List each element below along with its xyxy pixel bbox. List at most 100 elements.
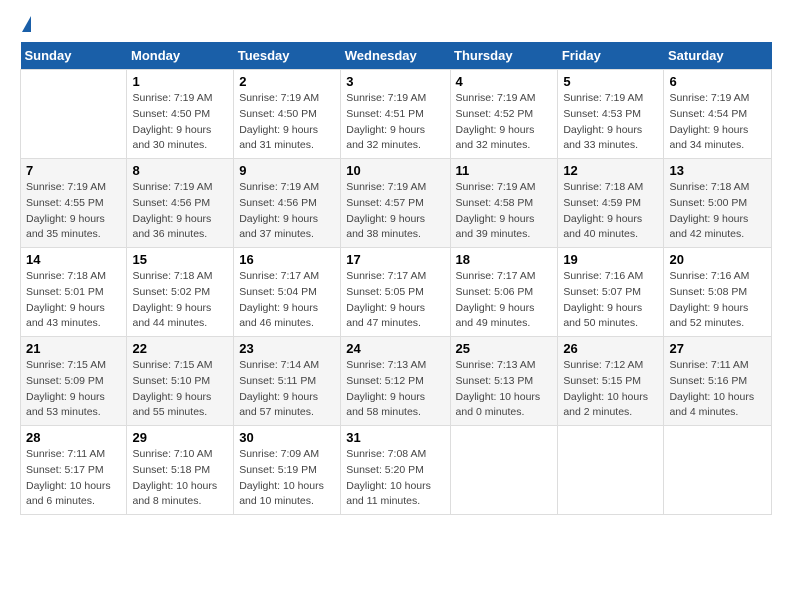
calendar-cell: 4Sunrise: 7:19 AMSunset: 4:52 PMDaylight… (450, 70, 558, 159)
day-info: Sunrise: 7:18 AMSunset: 5:00 PMDaylight:… (669, 180, 766, 243)
weekday-header-monday: Monday (127, 42, 234, 70)
day-info: Sunrise: 7:19 AMSunset: 4:53 PMDaylight:… (563, 91, 658, 154)
day-info: Sunrise: 7:19 AMSunset: 4:57 PMDaylight:… (346, 180, 444, 243)
header (20, 16, 772, 32)
day-info: Sunrise: 7:14 AMSunset: 5:11 PMDaylight:… (239, 358, 335, 421)
day-info: Sunrise: 7:19 AMSunset: 4:50 PMDaylight:… (239, 91, 335, 154)
calendar-table: SundayMondayTuesdayWednesdayThursdayFrid… (20, 42, 772, 515)
day-info: Sunrise: 7:19 AMSunset: 4:56 PMDaylight:… (132, 180, 228, 243)
day-info: Sunrise: 7:19 AMSunset: 4:55 PMDaylight:… (26, 180, 121, 243)
day-info: Sunrise: 7:09 AMSunset: 5:19 PMDaylight:… (239, 447, 335, 510)
day-number: 29 (132, 430, 228, 445)
day-info: Sunrise: 7:18 AMSunset: 4:59 PMDaylight:… (563, 180, 658, 243)
day-number: 17 (346, 252, 444, 267)
day-info: Sunrise: 7:17 AMSunset: 5:04 PMDaylight:… (239, 269, 335, 332)
day-number: 14 (26, 252, 121, 267)
day-number: 5 (563, 74, 658, 89)
calendar-cell: 29Sunrise: 7:10 AMSunset: 5:18 PMDayligh… (127, 426, 234, 515)
calendar-cell: 16 Sunrise: 7:17 AMSunset: 5:04 PMDayligh… (234, 248, 341, 337)
calendar-cell (664, 426, 772, 515)
day-number: 26 (563, 341, 658, 356)
calendar-cell: 5 Sunrise: 7:19 AMSunset: 4:53 PMDaylight… (558, 70, 664, 159)
day-info: Sunrise: 7:13 AMSunset: 5:13 PMDaylight:… (456, 358, 553, 421)
day-number: 25 (456, 341, 553, 356)
calendar-cell: 15 Sunrise: 7:18 AMSunset: 5:02 PMDayligh… (127, 248, 234, 337)
calendar-cell: 25 Sunrise: 7:13 AMSunset: 5:13 PMDayligh… (450, 337, 558, 426)
day-info: Sunrise: 7:18 AMSunset: 5:01 PMDaylight:… (26, 269, 121, 332)
calendar-week-row: 14 Sunrise: 7:18 AMSunset: 5:01 PMDayligh… (21, 248, 772, 337)
calendar-cell: 8 Sunrise: 7:19 AMSunset: 4:56 PMDaylight… (127, 159, 234, 248)
logo-triangle-icon (22, 16, 31, 32)
weekday-header-friday: Friday (558, 42, 664, 70)
day-number: 13 (669, 163, 766, 178)
logo (20, 16, 31, 32)
day-info: Sunrise: 7:19 AMSunset: 4:51 PMDaylight:… (346, 91, 444, 154)
day-info: Sunrise: 7:15 AMSunset: 5:09 PMDaylight:… (26, 358, 121, 421)
weekday-header-wednesday: Wednesday (341, 42, 450, 70)
calendar-cell: 23 Sunrise: 7:14 AMSunset: 5:11 PMDayligh… (234, 337, 341, 426)
day-number: 27 (669, 341, 766, 356)
day-info: Sunrise: 7:16 AMSunset: 5:07 PMDaylight:… (563, 269, 658, 332)
day-number: 6 (669, 74, 766, 89)
day-info: Sunrise: 7:18 AMSunset: 5:02 PMDaylight:… (132, 269, 228, 332)
weekday-header-sunday: Sunday (21, 42, 127, 70)
day-info: Sunrise: 7:15 AMSunset: 5:10 PMDaylight:… (132, 358, 228, 421)
calendar-cell: 31Sunrise: 7:08 AMSunset: 5:20 PMDayligh… (341, 426, 450, 515)
day-number: 28 (26, 430, 121, 445)
day-number: 22 (132, 341, 228, 356)
calendar-cell: 13 Sunrise: 7:18 AMSunset: 5:00 PMDayligh… (664, 159, 772, 248)
day-number: 30 (239, 430, 335, 445)
day-number: 23 (239, 341, 335, 356)
day-number: 16 (239, 252, 335, 267)
calendar-cell: 1 Sunrise: 7:19 AMSunset: 4:50 PMDaylight… (127, 70, 234, 159)
day-number: 18 (456, 252, 553, 267)
calendar-week-row: 28 Sunrise: 7:11 AMSunset: 5:17 PMDayligh… (21, 426, 772, 515)
calendar-cell (450, 426, 558, 515)
day-number: 20 (669, 252, 766, 267)
calendar-cell: 24Sunrise: 7:13 AMSunset: 5:12 PMDayligh… (341, 337, 450, 426)
calendar-cell: 19Sunrise: 7:16 AMSunset: 5:07 PMDayligh… (558, 248, 664, 337)
calendar-cell: 7 Sunrise: 7:19 AMSunset: 4:55 PMDaylight… (21, 159, 127, 248)
calendar-cell (21, 70, 127, 159)
day-number: 21 (26, 341, 121, 356)
calendar-cell: 18 Sunrise: 7:17 AMSunset: 5:06 PMDayligh… (450, 248, 558, 337)
weekday-header-saturday: Saturday (664, 42, 772, 70)
day-number: 3 (346, 74, 444, 89)
calendar-cell: 10 Sunrise: 7:19 AMSunset: 4:57 PMDayligh… (341, 159, 450, 248)
day-info: Sunrise: 7:16 AMSunset: 5:08 PMDaylight:… (669, 269, 766, 332)
weekday-header-tuesday: Tuesday (234, 42, 341, 70)
day-number: 8 (132, 163, 228, 178)
day-number: 4 (456, 74, 553, 89)
day-info: Sunrise: 7:19 AMSunset: 4:58 PMDaylight:… (456, 180, 553, 243)
day-number: 31 (346, 430, 444, 445)
day-number: 2 (239, 74, 335, 89)
day-info: Sunrise: 7:11 AMSunset: 5:16 PMDaylight:… (669, 358, 766, 421)
calendar-header-row: SundayMondayTuesdayWednesdayThursdayFrid… (21, 42, 772, 70)
day-info: Sunrise: 7:17 AMSunset: 5:05 PMDaylight:… (346, 269, 444, 332)
day-number: 1 (132, 74, 228, 89)
calendar-cell: 21 Sunrise: 7:15 AMSunset: 5:09 PMDayligh… (21, 337, 127, 426)
calendar-cell: 6 Sunrise: 7:19 AMSunset: 4:54 PMDaylight… (664, 70, 772, 159)
day-info: Sunrise: 7:12 AMSunset: 5:15 PMDaylight:… (563, 358, 658, 421)
day-info: Sunrise: 7:19 AMSunset: 4:50 PMDaylight:… (132, 91, 228, 154)
day-info: Sunrise: 7:17 AMSunset: 5:06 PMDaylight:… (456, 269, 553, 332)
calendar-cell: 2 Sunrise: 7:19 AMSunset: 4:50 PMDaylight… (234, 70, 341, 159)
day-number: 15 (132, 252, 228, 267)
day-number: 9 (239, 163, 335, 178)
day-number: 7 (26, 163, 121, 178)
calendar-cell: 27 Sunrise: 7:11 AMSunset: 5:16 PMDayligh… (664, 337, 772, 426)
calendar-cell: 26 Sunrise: 7:12 AMSunset: 5:15 PMDayligh… (558, 337, 664, 426)
calendar-cell: 11Sunrise: 7:19 AMSunset: 4:58 PMDayligh… (450, 159, 558, 248)
calendar-cell: 30 Sunrise: 7:09 AMSunset: 5:19 PMDayligh… (234, 426, 341, 515)
day-info: Sunrise: 7:19 AMSunset: 4:54 PMDaylight:… (669, 91, 766, 154)
calendar-week-row: 1 Sunrise: 7:19 AMSunset: 4:50 PMDaylight… (21, 70, 772, 159)
day-number: 10 (346, 163, 444, 178)
weekday-header-thursday: Thursday (450, 42, 558, 70)
calendar-cell: 9Sunrise: 7:19 AMSunset: 4:56 PMDaylight… (234, 159, 341, 248)
day-info: Sunrise: 7:11 AMSunset: 5:17 PMDaylight:… (26, 447, 121, 510)
calendar-cell: 28 Sunrise: 7:11 AMSunset: 5:17 PMDayligh… (21, 426, 127, 515)
calendar-week-row: 7 Sunrise: 7:19 AMSunset: 4:55 PMDaylight… (21, 159, 772, 248)
calendar-cell: 20 Sunrise: 7:16 AMSunset: 5:08 PMDayligh… (664, 248, 772, 337)
calendar-cell: 12Sunrise: 7:18 AMSunset: 4:59 PMDayligh… (558, 159, 664, 248)
calendar-cell (558, 426, 664, 515)
